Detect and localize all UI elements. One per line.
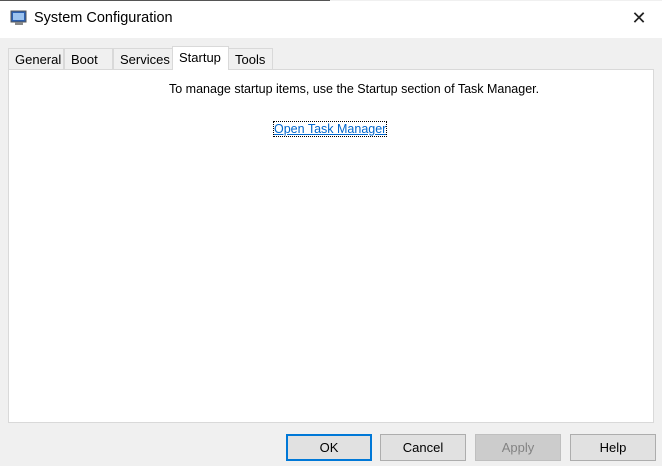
startup-message: To manage startup items, use the Startup… — [169, 82, 540, 96]
tab-services[interactable]: Services — [113, 48, 173, 69]
apply-button[interactable]: Apply — [475, 434, 561, 461]
tab-startup[interactable]: Startup — [172, 46, 229, 70]
open-task-manager-link[interactable]: Open Task Manager — [272, 121, 388, 137]
cancel-button[interactable]: Cancel — [380, 434, 466, 461]
tab-boot[interactable]: Boot — [64, 48, 113, 69]
msconfig-icon — [10, 10, 27, 25]
tab-tools[interactable]: Tools — [228, 48, 273, 69]
window-title: System Configuration — [34, 10, 173, 26]
close-button[interactable]: ✕ — [626, 7, 652, 31]
ok-button[interactable]: OK — [286, 434, 372, 461]
tab-general[interactable]: General — [8, 48, 64, 69]
title-bar: System Configuration ✕ — [0, 1, 662, 38]
help-button[interactable]: Help — [570, 434, 656, 461]
